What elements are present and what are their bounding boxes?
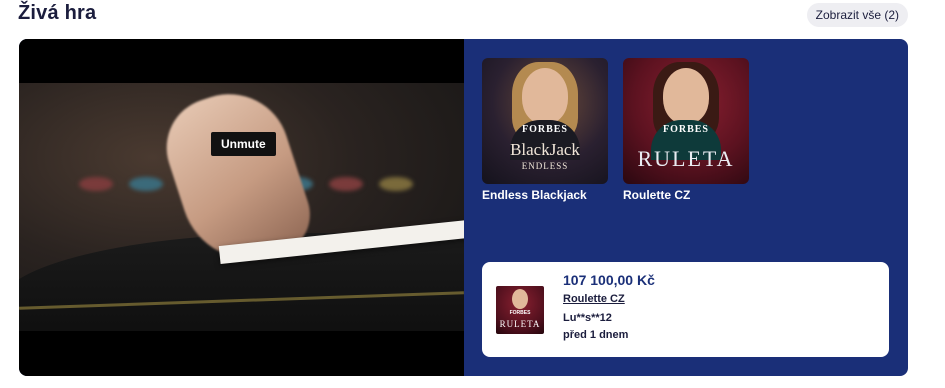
section-header: Živá hra Zobrazit vše (2): [18, 2, 908, 28]
thumb-game-name: RULETA: [637, 146, 735, 171]
win-game-link[interactable]: Roulette CZ: [563, 293, 625, 305]
section-title: Živá hra: [18, 2, 97, 24]
thumb-brand: FORBES: [521, 124, 568, 135]
recent-win-card: FORBES RULETA 107 100,00 Kč Roulette CZ …: [482, 262, 889, 357]
thumb-game-name: BlackJack ENDLESS: [510, 140, 580, 171]
unmute-button[interactable]: Unmute: [211, 132, 276, 156]
dealer-face: [522, 68, 568, 124]
game-tile-endless-blackjack[interactable]: FORBES BlackJack ENDLESS Endless Blackja…: [482, 58, 608, 202]
view-all-button[interactable]: Zobrazit vše (2): [806, 3, 908, 27]
video-frame: Unmute: [19, 83, 464, 331]
dealer-face: [663, 68, 709, 124]
live-games-panel: Unmute FORBES BlackJack ENDLESS Endless …: [19, 39, 908, 376]
thumb-brand: FORBES: [662, 124, 709, 135]
win-game-thumbnail[interactable]: FORBES RULETA: [496, 286, 544, 334]
game-thumbnail[interactable]: FORBES RULETA: [623, 58, 749, 184]
game-thumbnail[interactable]: FORBES BlackJack ENDLESS: [482, 58, 608, 184]
live-video-player[interactable]: Unmute: [19, 39, 464, 376]
win-info: 107 100,00 Kč Roulette CZ Lu**s**12 před…: [563, 272, 655, 341]
games-area: FORBES BlackJack ENDLESS Endless Blackja…: [464, 39, 908, 376]
game-title[interactable]: Roulette CZ: [623, 188, 749, 202]
game-tile-roulette-cz[interactable]: FORBES RULETA Roulette CZ: [623, 58, 749, 202]
game-title[interactable]: Endless Blackjack: [482, 188, 608, 202]
win-username: Lu**s**12: [563, 312, 612, 324]
win-timestamp: před 1 dnem: [563, 329, 629, 341]
win-amount: 107 100,00 Kč: [563, 272, 655, 288]
